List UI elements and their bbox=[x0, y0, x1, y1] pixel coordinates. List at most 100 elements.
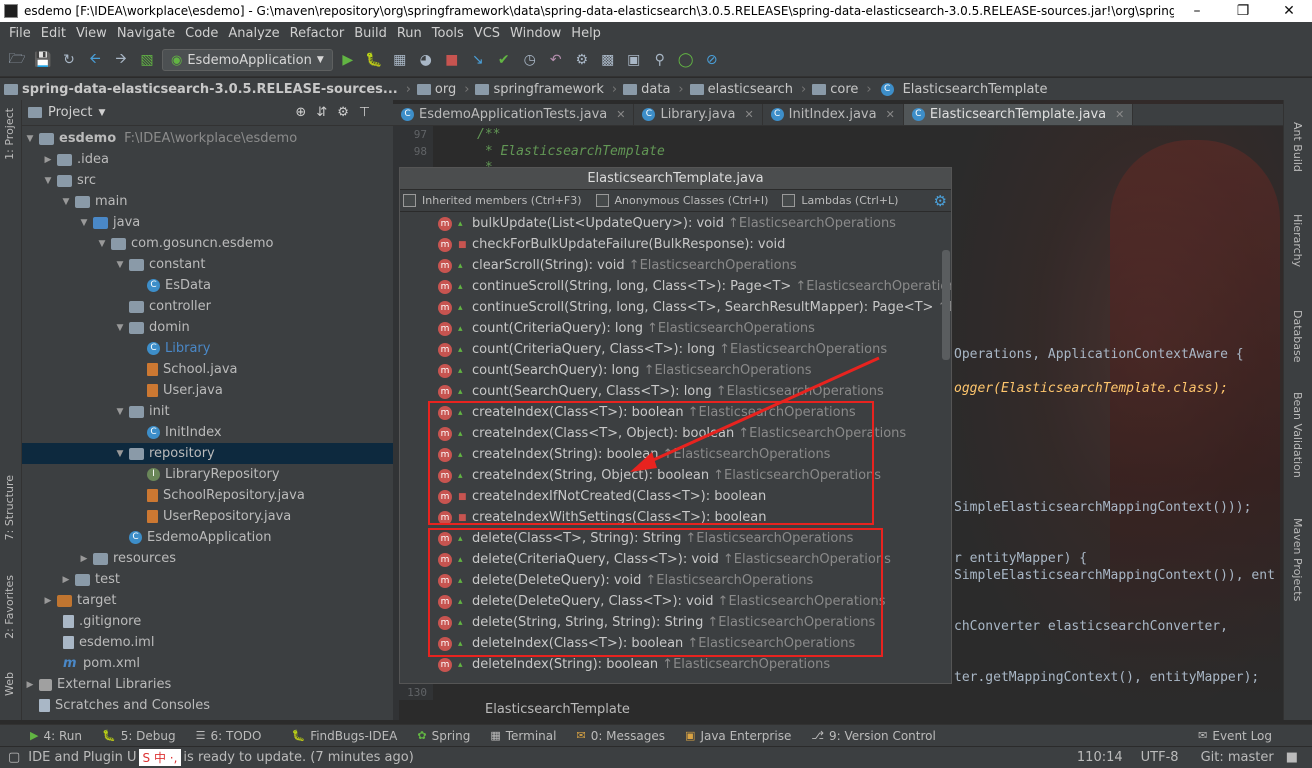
tool-project[interactable]: 1: Project bbox=[3, 108, 16, 160]
monitor-icon[interactable]: ◯ bbox=[675, 49, 697, 71]
status-message-tail[interactable]: is ready to update. (7 minutes ago) bbox=[183, 750, 413, 765]
member-item[interactable]: m ▴ count(CriteriaQuery): long ↑Elasticsear… bbox=[438, 318, 815, 339]
tab-init-index[interactable]: C InitIndex.java ✕ bbox=[763, 104, 904, 125]
collapse-icon[interactable]: ⇵ bbox=[316, 105, 327, 120]
tool-bean-validation[interactable]: Bean Validation bbox=[1291, 392, 1304, 478]
status-message[interactable]: IDE and Plugin U bbox=[28, 750, 136, 765]
tool-messages[interactable]: ✉ 0: Messages bbox=[566, 729, 675, 743]
tab-esdemo-application-tests[interactable]: C EsdemoApplicationTests.java ✕ bbox=[393, 104, 635, 125]
expand-icon[interactable]: ▼ bbox=[114, 449, 126, 459]
stop-icon[interactable]: ■ bbox=[441, 49, 463, 71]
member-item[interactable]: m ▴ count(SearchQuery): long ↑Elasticsearch… bbox=[438, 360, 812, 381]
gear-icon[interactable]: ⚙ bbox=[337, 105, 349, 120]
expand-icon[interactable]: ▼ bbox=[114, 260, 126, 270]
close-icon[interactable]: ✕ bbox=[744, 108, 753, 121]
expand-icon[interactable]: ▼ bbox=[42, 176, 54, 186]
debug-icon[interactable]: 🐛 bbox=[363, 49, 385, 71]
tool-hierarchy[interactable]: Hierarchy bbox=[1291, 214, 1304, 267]
tree-item[interactable]: School.java bbox=[22, 359, 393, 380]
menu-help[interactable]: Help bbox=[566, 26, 606, 41]
tool-ant-build[interactable]: Ant Build bbox=[1291, 122, 1304, 172]
tool-todo[interactable]: ☰ 6: TODO bbox=[186, 729, 272, 743]
tree-item[interactable]: C EsData bbox=[22, 275, 393, 296]
tree-item[interactable]: m pom.xml bbox=[22, 653, 393, 674]
vcs-update-icon[interactable]: ↘ bbox=[467, 49, 489, 71]
run-icon[interactable]: ▶ bbox=[337, 49, 359, 71]
chevron-down-icon[interactable]: ▼ bbox=[98, 108, 105, 118]
tool-maven-projects[interactable]: Maven Projects bbox=[1291, 518, 1304, 601]
caret-position[interactable]: 110:14 bbox=[1077, 750, 1123, 765]
profile-icon[interactable]: ◕ bbox=[415, 49, 437, 71]
close-icon[interactable]: ✕ bbox=[1115, 108, 1124, 121]
tool-run[interactable]: ▶ 4: Run bbox=[0, 729, 92, 743]
hide-icon[interactable]: ⊤ bbox=[359, 105, 370, 120]
no-sign-icon[interactable]: ⊘ bbox=[701, 49, 723, 71]
save-icon[interactable]: 💾 bbox=[32, 49, 54, 71]
tree-item[interactable]: ▼ init bbox=[22, 401, 393, 422]
revert-icon[interactable]: ↶ bbox=[545, 49, 567, 71]
project-structure-icon[interactable]: ▩ bbox=[597, 49, 619, 71]
anonymous-classes-checkbox[interactable]: Anonymous Classes (Ctrl+I) bbox=[595, 194, 768, 208]
breadcrumb-item[interactable]: org › bbox=[416, 82, 476, 97]
close-icon[interactable]: ✕ bbox=[616, 108, 625, 121]
vcs-commit-icon[interactable]: ✔ bbox=[493, 49, 515, 71]
maximize-button[interactable]: ❐ bbox=[1220, 3, 1266, 19]
status-toggle-icon[interactable]: ▢ bbox=[8, 750, 20, 765]
menu-view[interactable]: View bbox=[71, 26, 112, 41]
tree-item[interactable]: SchoolRepository.java bbox=[22, 485, 393, 506]
back-icon[interactable]: 🡨 bbox=[84, 49, 106, 71]
menu-refactor[interactable]: Refactor bbox=[285, 26, 350, 41]
open-icon[interactable]: 🗁 bbox=[6, 49, 28, 71]
tab-library[interactable]: C Library.java ✕ bbox=[634, 104, 763, 125]
expand-icon[interactable]: ▼ bbox=[96, 239, 108, 249]
breadcrumb-item[interactable]: core › bbox=[812, 82, 877, 97]
run-config-select[interactable]: ◉ EsdemoApplication ▼ bbox=[162, 49, 333, 71]
tree-item[interactable]: Scratches and Consoles bbox=[22, 695, 393, 716]
breadcrumb-item[interactable]: elasticsearch › bbox=[689, 82, 813, 97]
tree-item[interactable]: .gitignore bbox=[22, 611, 393, 632]
expand-icon[interactable]: ▼ bbox=[114, 323, 126, 333]
expand-icon[interactable]: ▼ bbox=[24, 134, 36, 144]
collapse-arrow-icon[interactable]: ▶ bbox=[78, 554, 90, 564]
tree-item[interactable]: esdemo.iml bbox=[22, 632, 393, 653]
git-branch[interactable]: Git: master bbox=[1201, 750, 1274, 765]
expand-icon[interactable]: ▼ bbox=[114, 407, 126, 417]
close-button[interactable]: ✕ bbox=[1266, 3, 1312, 19]
member-item[interactable]: m ■ checkForBulkUpdateFailure(BulkResponse… bbox=[438, 234, 789, 255]
tree-item[interactable]: User.java bbox=[22, 380, 393, 401]
settings-icon[interactable]: ⚙ bbox=[571, 49, 593, 71]
tree-item[interactable]: ▼ constant bbox=[22, 254, 393, 275]
tool-favorites[interactable]: 2: Favorites bbox=[3, 575, 16, 639]
member-item[interactable]: m ▴ continueScroll(String, long, Class<T>,… bbox=[438, 297, 951, 318]
popup-scrollbar[interactable] bbox=[942, 250, 950, 360]
project-panel-title[interactable]: Project bbox=[48, 105, 92, 120]
search-icon[interactable]: ⚲ bbox=[649, 49, 671, 71]
breadcrumb-item[interactable]: C ElasticsearchTemplate bbox=[878, 82, 1054, 97]
menu-navigate[interactable]: Navigate bbox=[112, 26, 180, 41]
tree-item[interactable]: controller bbox=[22, 296, 393, 317]
member-item[interactable]: m ▴ deleteIndex(String): boolean ↑Elasticse… bbox=[438, 654, 830, 675]
menu-tools[interactable]: Tools bbox=[427, 26, 469, 41]
tool-java-enterprise[interactable]: ▣ Java Enterprise bbox=[675, 729, 801, 743]
collapse-arrow-icon[interactable]: ▶ bbox=[24, 680, 36, 690]
tree-item[interactable]: ▶ .idea bbox=[22, 149, 393, 170]
tool-database[interactable]: Database bbox=[1291, 310, 1304, 363]
member-item[interactable]: m ▴ count(CriteriaQuery, Class<T>): long ↑E… bbox=[438, 339, 887, 360]
menu-run[interactable]: Run bbox=[392, 26, 427, 41]
collapse-arrow-icon[interactable]: ▶ bbox=[60, 575, 72, 585]
collapse-arrow-icon[interactable]: ▶ bbox=[42, 155, 54, 165]
tree-item[interactable]: ▶ External Libraries bbox=[22, 674, 393, 695]
collapse-arrow-icon[interactable]: ▶ bbox=[42, 596, 54, 606]
tree-item-root[interactable]: ▼ esdemo F:\IDEA\workplace\esdemo bbox=[22, 128, 393, 149]
tree-item[interactable]: ▶ test bbox=[22, 569, 393, 590]
forward-icon[interactable]: 🡪 bbox=[110, 49, 132, 71]
tree-item[interactable]: ▼ src bbox=[22, 170, 393, 191]
inherited-members-checkbox[interactable]: Inherited members (Ctrl+F3) bbox=[403, 194, 582, 208]
gear-icon[interactable]: ⚙ bbox=[934, 192, 947, 210]
tree-item[interactable]: ▶ resources bbox=[22, 548, 393, 569]
expand-icon[interactable]: ▼ bbox=[78, 218, 90, 228]
menu-build[interactable]: Build bbox=[349, 26, 392, 41]
breadcrumb-item[interactable]: springframework › bbox=[475, 82, 623, 97]
tool-web[interactable]: Web bbox=[3, 672, 16, 696]
member-item[interactable]: m ▴ continueScroll(String, long, Class<T>)… bbox=[438, 276, 951, 297]
